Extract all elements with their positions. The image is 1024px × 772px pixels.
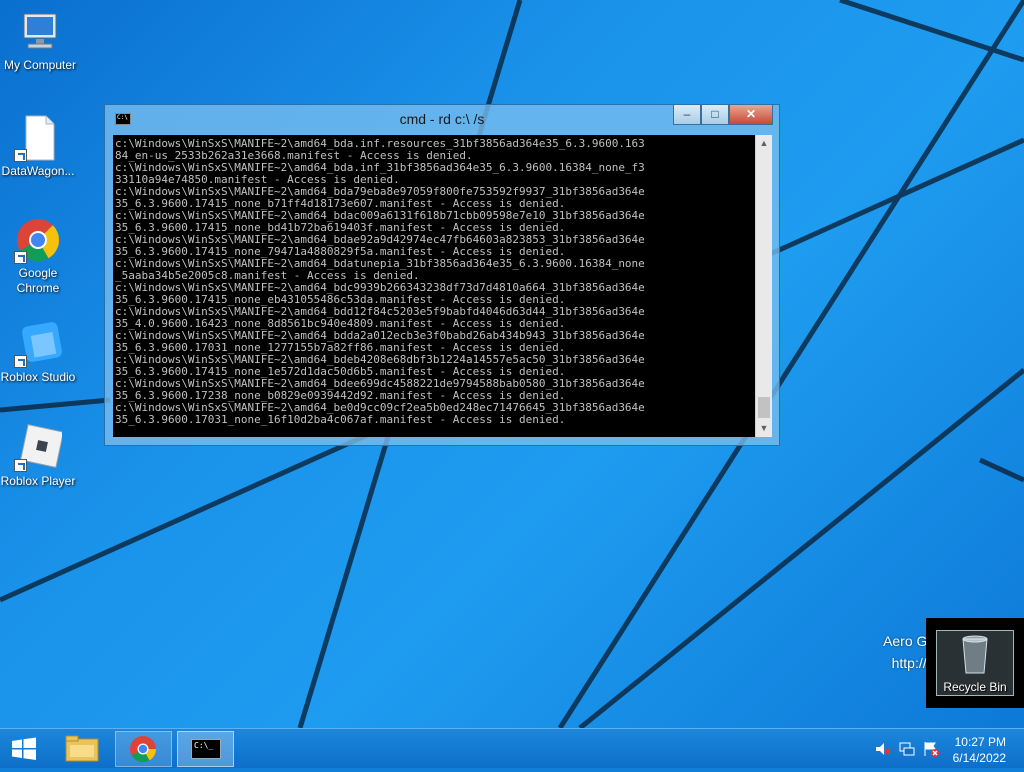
shortcut-arrow-icon [14,355,27,368]
file-icon [14,114,62,162]
clock-time: 10:27 PM [954,735,1006,749]
console-lines: c:\Windows\WinSxS\MANIFE~2\amd64_bda.inf… [115,138,645,426]
scrollbar-thumb[interactable] [758,397,770,418]
desktop-icon-label: Google Chrome [16,266,60,295]
taskbar-chrome[interactable] [115,731,172,767]
desktop-icon-recycle-bin[interactable]: Recycle Bin [926,618,1024,708]
desktop-icon-roblox-studio[interactable]: Roblox Studio [0,320,78,385]
cmd-titlebar[interactable]: C:\ cmd - rd c:\ /s – □ ✕ [105,105,779,133]
chrome-icon [130,736,157,763]
network-icon[interactable] [899,741,915,757]
shortcut-arrow-icon [14,251,27,264]
desktop-icon-label: Roblox Studio [0,370,76,384]
taskbar-command-prompt[interactable]: C:\_ [177,731,234,767]
shortcut-arrow-icon [14,149,27,162]
taskbar: C:\_ 10:27 PM 6/14/2022 [0,728,1024,768]
scroll-down-icon[interactable]: ▼ [756,420,772,437]
roblox-player-icon [14,424,64,472]
close-button[interactable]: ✕ [729,105,773,125]
desktop-icon-label: Recycle Bin [943,680,1007,694]
console-output[interactable]: c:\Windows\WinSxS\MANIFE~2\amd64_bda.inf… [113,135,755,437]
minimize-button[interactable]: – [673,105,701,125]
volume-muted-icon[interactable] [874,741,890,757]
desktop-icon-datawagon[interactable]: DataWagon... [0,114,78,179]
desktop-icon-google-chrome[interactable]: Google Chrome [0,216,78,296]
desktop: My Computer DataWagon... Google Chrome R… [0,0,1024,728]
desktop-icon-label: My Computer [3,58,77,72]
maximize-button[interactable]: □ [701,105,729,125]
desktop-icon-my-computer[interactable]: My Computer [0,8,80,73]
clock-date: 6/14/2022 [952,751,1006,765]
scroll-up-icon[interactable]: ▲ [756,135,772,152]
recycle-bin-icon [962,635,988,674]
roblox-studio-icon [14,320,62,368]
folder-icon [65,735,99,762]
system-clock[interactable]: 10:27 PM 6/14/2022 [953,734,1006,766]
computer-icon [16,8,64,56]
vertical-scrollbar[interactable]: ▲ ▼ [755,135,772,437]
cmd-icon: C:\_ [191,739,221,759]
start-button[interactable] [0,731,48,767]
windows-logo-icon [12,737,36,760]
shortcut-arrow-icon [14,459,27,472]
cmd-icon-text: C:\_ [194,741,214,750]
desktop-icon-roblox-player[interactable]: Roblox Player [0,424,78,489]
chrome-icon [14,216,62,264]
desktop-icon-label: DataWagon... [1,164,75,178]
console-line: 35_6.3.9600.17031_none_16f10d2ba4c067af.… [115,413,566,426]
taskbar-file-explorer[interactable] [57,731,107,767]
desktop-icon-label: Roblox Player [0,474,76,488]
cmd-window[interactable]: C:\ cmd - rd c:\ /s – □ ✕ c:\Windows\Win… [104,104,780,446]
action-center-flag-icon[interactable] [923,741,939,757]
